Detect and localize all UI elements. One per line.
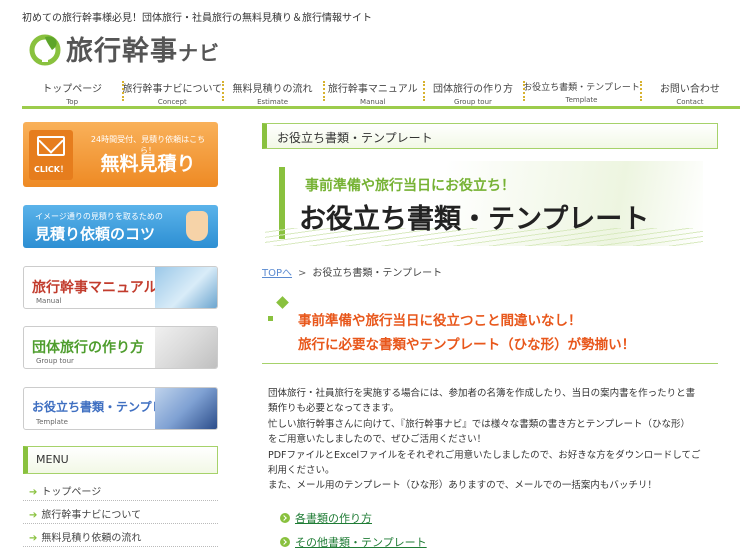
hero-subtitle: 事前準備や旅行当日にお役立ち！: [305, 178, 515, 194]
intro-paragraph: 団体旅行・社員旅行を実施する場合には、参加者の名簿を作成したり、当日の案内書を作…: [268, 386, 714, 494]
nav-label: お役立ち書類・テンプレート: [523, 83, 640, 93]
nav-label: 無料見積りの流れ: [232, 84, 313, 95]
site-logo[interactable]: 旅行幹事ナビ: [28, 29, 220, 68]
thumbs-up-hand-icon: [186, 211, 208, 241]
nav-label: 団体旅行の作り方: [432, 84, 513, 95]
menu-item-label: トップページ: [41, 487, 102, 498]
manual-banner-title: 旅行幹事マニュアル: [32, 280, 158, 296]
group-tour-photo: [155, 327, 217, 368]
body-line: PDFファイルとExcelファイルをそれぞれご用意いたしましたので、お好きな方を…: [268, 449, 701, 461]
envelope-icon-box: CLICK！: [29, 130, 73, 180]
tips-banner-title: 見積り依頼のコツ: [35, 225, 156, 243]
group-banner-sub: Group tour: [36, 357, 74, 365]
circle-arrow-icon: [280, 537, 290, 547]
page-section-title: お役立ち書類・テンプレート: [262, 123, 718, 149]
arrow-icon: ➔: [29, 533, 38, 544]
link-other-templates[interactable]: その他書類・テンプレート: [280, 534, 427, 548]
hero-title: お役立ち書類・テンプレート: [299, 204, 650, 235]
manual-banner[interactable]: 旅行幹事マニュアル Manual: [23, 266, 218, 309]
nav-contact[interactable]: お問い合わせ Contact: [639, 76, 740, 106]
global-nav: トップページ Top 旅行幹事ナビについて Concept 無料見積りの流れ Esti…: [22, 76, 740, 109]
menu-heading: MENU: [23, 446, 218, 474]
template-banner-sub: Template: [36, 418, 68, 426]
estimate-banner-title: 無料見積り: [100, 153, 196, 175]
nav-top[interactable]: トップページ Top: [22, 76, 122, 106]
circle-arrow-icon: [280, 513, 290, 523]
menu-item-concept[interactable]: ➔ 旅行幹事ナビについて: [23, 501, 218, 524]
breadcrumb: TOPへ > お役立ち書類・テンプレート: [262, 264, 442, 279]
site-tagline: 初めての旅行幹事様必見！団体旅行・社員旅行の無料見積り＆旅行情報サイト: [22, 13, 372, 24]
menu-item-estimate[interactable]: ➔ 無料見積り依頼の流れ: [23, 524, 218, 547]
arrow-icon: ➔: [29, 510, 38, 521]
link-label: 各書類の作り方: [295, 512, 372, 525]
template-photo: [155, 388, 217, 429]
nav-concept[interactable]: 旅行幹事ナビについて Concept: [122, 76, 222, 106]
nav-sublabel: Template: [565, 96, 598, 104]
manual-banner-sub: Manual: [36, 297, 62, 305]
free-estimate-banner[interactable]: CLICK！ 24時間受付、見積り依頼はこちら！ 無料見積り: [23, 122, 218, 187]
nav-estimate[interactable]: 無料見積りの流れ Estimate: [222, 76, 322, 106]
link-label: その他書類・テンプレート: [295, 536, 427, 548]
nav-label: お問い合わせ: [659, 84, 720, 95]
breadcrumb-top-link[interactable]: TOPへ: [262, 268, 292, 279]
hero-banner: 事前準備や旅行当日にお役立ち！ お役立ち書類・テンプレート: [265, 161, 703, 246]
body-line: 類作りも必要となってきます。: [268, 403, 400, 415]
nav-label: 旅行幹事マニュアル: [327, 84, 418, 95]
nav-label: トップページ: [42, 84, 103, 95]
body-line: また、メール用のテンプレート（ひな形）ありますので、メールでの一括案内もバッチリ…: [268, 480, 657, 492]
envelope-icon: [37, 136, 65, 156]
tips-banner-caption: イメージ通りの見積りを取るための: [35, 212, 163, 221]
template-banner[interactable]: お役立ち書類・テンプレート Template: [23, 387, 218, 430]
body-line: 忙しい旅行幹事さんに向けて、『旅行幹事ナビ』では様々な書類の書き方とテンプレート…: [268, 418, 690, 430]
link-document-howto[interactable]: 各書類の作り方: [280, 510, 427, 526]
divider: [262, 363, 718, 364]
group-tour-banner[interactable]: 団体旅行の作り方 Group tour: [23, 326, 218, 369]
nav-manual[interactable]: 旅行幹事マニュアル Manual: [322, 76, 423, 106]
lead-line-2: 旅行に必要な書類やテンプレート（ひな形）が勢揃い！: [298, 337, 636, 353]
lead-copy: 事前準備や旅行当日に役立つこと間違いなし！ 旅行に必要な書類やテンプレート（ひな…: [298, 309, 635, 357]
nav-sublabel: Contact: [676, 98, 704, 106]
menu-item-top[interactable]: ➔ トップページ: [23, 478, 218, 501]
breadcrumb-current: お役立ち書類・テンプレート: [312, 268, 443, 279]
square-dot-icon: [268, 316, 273, 321]
estimate-tips-banner[interactable]: イメージ通りの見積りを取るための 見積り依頼のコツ: [23, 205, 218, 248]
menu-item-label: 無料見積り依頼の流れ: [41, 533, 142, 544]
breadcrumb-separator: >: [298, 268, 307, 279]
sidebar-menu: ➔ トップページ ➔ 旅行幹事ナビについて ➔ 無料見積り依頼の流れ: [23, 478, 218, 547]
nav-sublabel: Group tour: [454, 98, 492, 106]
diamond-icon: [276, 296, 289, 309]
content-links: 各書類の作り方 その他書類・テンプレート: [280, 510, 427, 548]
logo-text: 旅行幹事ナビ: [66, 29, 220, 68]
body-line: 団体旅行・社員旅行を実施する場合には、参加者の名簿を作成したり、当日の案内書を作…: [268, 388, 696, 399]
body-line: 利用ください。: [268, 465, 335, 477]
nav-sublabel: Top: [66, 98, 79, 106]
nav-group-tour[interactable]: 団体旅行の作り方 Group tour: [422, 76, 523, 106]
logo-suffix: ナビ: [178, 41, 220, 65]
nav-sublabel: Manual: [360, 98, 386, 106]
nav-sublabel: Estimate: [257, 98, 288, 106]
lead-line-1: 事前準備や旅行当日に役立つこと間違いなし！: [298, 313, 582, 329]
logo-main: 旅行幹事: [66, 36, 178, 67]
arrow-icon: ➔: [29, 487, 38, 498]
logo-leaf-icon: [28, 32, 62, 66]
group-banner-title: 団体旅行の作り方: [32, 340, 144, 356]
menu-item-label: 旅行幹事ナビについて: [41, 510, 142, 521]
nav-sublabel: Concept: [157, 98, 187, 106]
nav-label: 旅行幹事ナビについて: [122, 84, 223, 95]
manual-photo: [155, 267, 217, 308]
body-line: をご用意いたしましたので、ぜひご活用ください！: [268, 434, 487, 446]
click-label: CLICK！: [33, 165, 68, 174]
nav-template[interactable]: お役立ち書類・テンプレート Template: [523, 76, 640, 106]
